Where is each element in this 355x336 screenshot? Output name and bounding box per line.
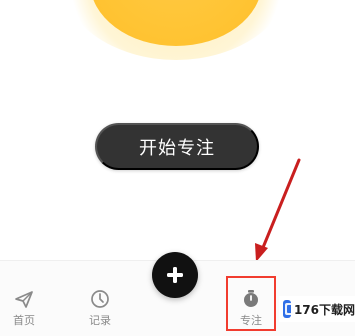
watermark-text: 176下载网 [293, 302, 355, 317]
plus-icon [167, 267, 183, 283]
watermark-logo-icon [283, 300, 291, 318]
add-button[interactable] [152, 252, 198, 298]
nav-item-records[interactable]: 记录 [75, 288, 125, 334]
start-focus-button[interactable]: 开始专注 [95, 123, 259, 170]
nav-label-home: 首页 [13, 314, 35, 327]
focus-tab-highlight [226, 276, 276, 331]
nav-item-home[interactable]: 首页 [0, 288, 49, 334]
site-watermark: 176下载网 [279, 296, 355, 322]
nav-label-records: 记录 [89, 314, 111, 327]
paper-plane-icon [15, 291, 33, 308]
clock-icon [91, 290, 109, 308]
